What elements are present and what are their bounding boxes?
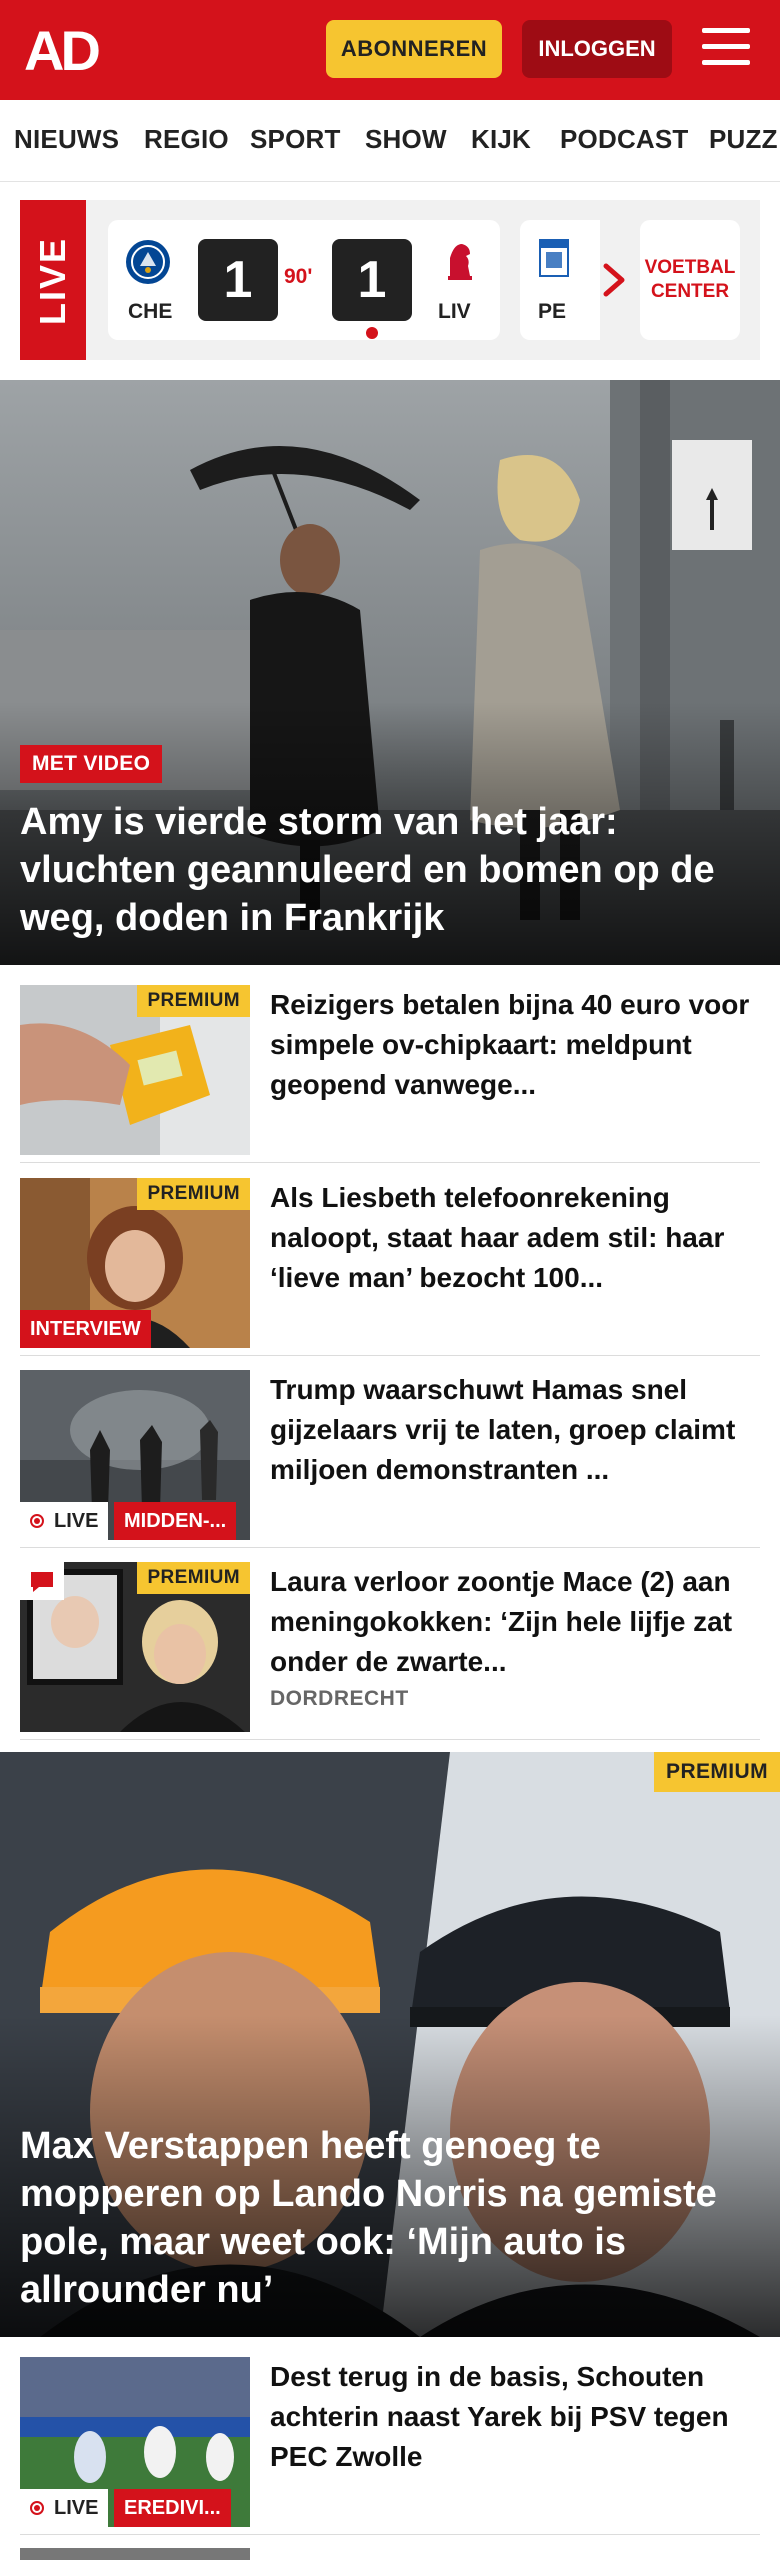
- chelsea-crest-icon: [126, 240, 170, 284]
- home-score: 1: [198, 239, 278, 321]
- premium-badge: PREMIUM: [654, 1752, 780, 1792]
- pec-zwolle-crest-icon: [539, 239, 569, 277]
- category-tag: EREDIVI...: [114, 2489, 231, 2527]
- premium-badge: PREMIUM: [137, 985, 250, 1017]
- article-title[interactable]: Dest terug in de basis, Schouten achteri…: [270, 2357, 750, 2477]
- live-scores-strip: LIVE CHE 1 90' 1 LIV PE VOETBAL CENTER: [20, 200, 760, 360]
- away-score: 1: [332, 239, 412, 321]
- nav-item-sport[interactable]: SPORT: [250, 124, 341, 155]
- hero-title[interactable]: Amy is vierde storm van het jaar: vlucht…: [20, 798, 765, 942]
- next-article-thumbnail-partial: [20, 2548, 250, 2560]
- article-thumbnail: LIVE EREDIVI...: [20, 2357, 250, 2527]
- nav-item-podcast[interactable]: PODCAST: [560, 124, 689, 155]
- nav-item-puzzel[interactable]: PUZZ: [709, 124, 778, 155]
- live-indicator: LIVE: [20, 2489, 109, 2527]
- article-item[interactable]: PREMIUM Laura verloor zoontje Mace (2) a…: [20, 1562, 760, 1740]
- article-location: DORDRECHT: [270, 1687, 409, 1710]
- login-button[interactable]: INLOGGEN: [522, 20, 672, 78]
- article-title[interactable]: Als Liesbeth telefoonrekening naloopt, s…: [270, 1178, 750, 1298]
- voetbal-center-link[interactable]: VOETBAL CENTER: [640, 220, 740, 340]
- comment-icon: [20, 1562, 64, 1600]
- live-label: LIVE: [54, 2496, 99, 2519]
- match-card[interactable]: CHE 1 90' 1 LIV: [108, 220, 500, 340]
- subscribe-button[interactable]: ABONNEREN: [326, 20, 502, 78]
- top-header: AD ABONNEREN INLOGGEN: [0, 0, 780, 100]
- feature-title[interactable]: Max Verstappen heeft genoeg te mopperen …: [20, 2122, 765, 2314]
- category-tag: INTERVIEW: [20, 1310, 151, 1348]
- live-dot-icon: [30, 2501, 44, 2515]
- article-thumbnail: PREMIUM: [20, 985, 250, 1155]
- ad-logo[interactable]: AD: [24, 18, 116, 82]
- scoring-indicator-dot: [366, 327, 378, 339]
- nav-item-show[interactable]: SHOW: [365, 124, 447, 155]
- category-tag: MIDDEN-...: [114, 1502, 237, 1540]
- article-item[interactable]: LIVE MIDDEN-... Trump waarschuwt Hamas s…: [20, 1370, 760, 1548]
- next-match-team-code: PE: [538, 300, 567, 323]
- article-title[interactable]: Reizigers betalen bijna 40 euro voor sim…: [270, 985, 750, 1105]
- article-item[interactable]: PREMIUM Reizigers betalen bijna 40 euro …: [20, 985, 760, 1163]
- article-thumbnail: LIVE MIDDEN-...: [20, 1370, 250, 1540]
- liverpool-crest-icon: [448, 244, 472, 280]
- chevron-right-icon[interactable]: [598, 260, 630, 300]
- live-dot-icon: [30, 1514, 44, 1528]
- live-tag: LIVE: [20, 200, 86, 360]
- hamburger-menu-icon[interactable]: [700, 24, 752, 72]
- article-thumbnail: PREMIUM INTERVIEW: [20, 1178, 250, 1348]
- article-title[interactable]: Trump waarschuwt Hamas snel gijzelaars v…: [270, 1370, 750, 1490]
- section-nav: NIEUWS REGIO SPORT SHOW KIJK PODCAST PUZ…: [0, 100, 780, 182]
- nav-item-kijk[interactable]: KIJK: [471, 124, 531, 155]
- premium-badge: PREMIUM: [137, 1178, 250, 1210]
- home-team-code: CHE: [128, 300, 173, 323]
- live-label: LIVE: [54, 1509, 99, 1532]
- video-badge: MET VIDEO: [20, 745, 163, 783]
- match-minute: 90': [284, 265, 313, 288]
- away-team-code: LIV: [438, 300, 471, 323]
- article-item[interactable]: PREMIUM INTERVIEW Als Liesbeth telefoonr…: [20, 1178, 760, 1356]
- next-match-card[interactable]: PE: [520, 220, 600, 340]
- logo-text: AD: [24, 19, 99, 82]
- live-indicator: LIVE: [20, 1502, 109, 1540]
- feature-article[interactable]: PREMIUM Max Verstappen heeft genoeg te m…: [0, 1752, 780, 2337]
- hero-article[interactable]: MET VIDEO Amy is vierde storm van het ja…: [0, 380, 780, 965]
- article-thumbnail: PREMIUM: [20, 1562, 250, 1732]
- article-title[interactable]: Laura verloor zoontje Mace (2) aan menin…: [270, 1562, 750, 1682]
- nav-item-nieuws[interactable]: NIEUWS: [14, 124, 119, 155]
- premium-badge: PREMIUM: [137, 1562, 250, 1594]
- article-item[interactable]: LIVE EREDIVI... Dest terug in de basis, …: [20, 2357, 760, 2535]
- live-tag-label: LIVE: [32, 236, 73, 325]
- nav-item-regio[interactable]: REGIO: [144, 124, 229, 155]
